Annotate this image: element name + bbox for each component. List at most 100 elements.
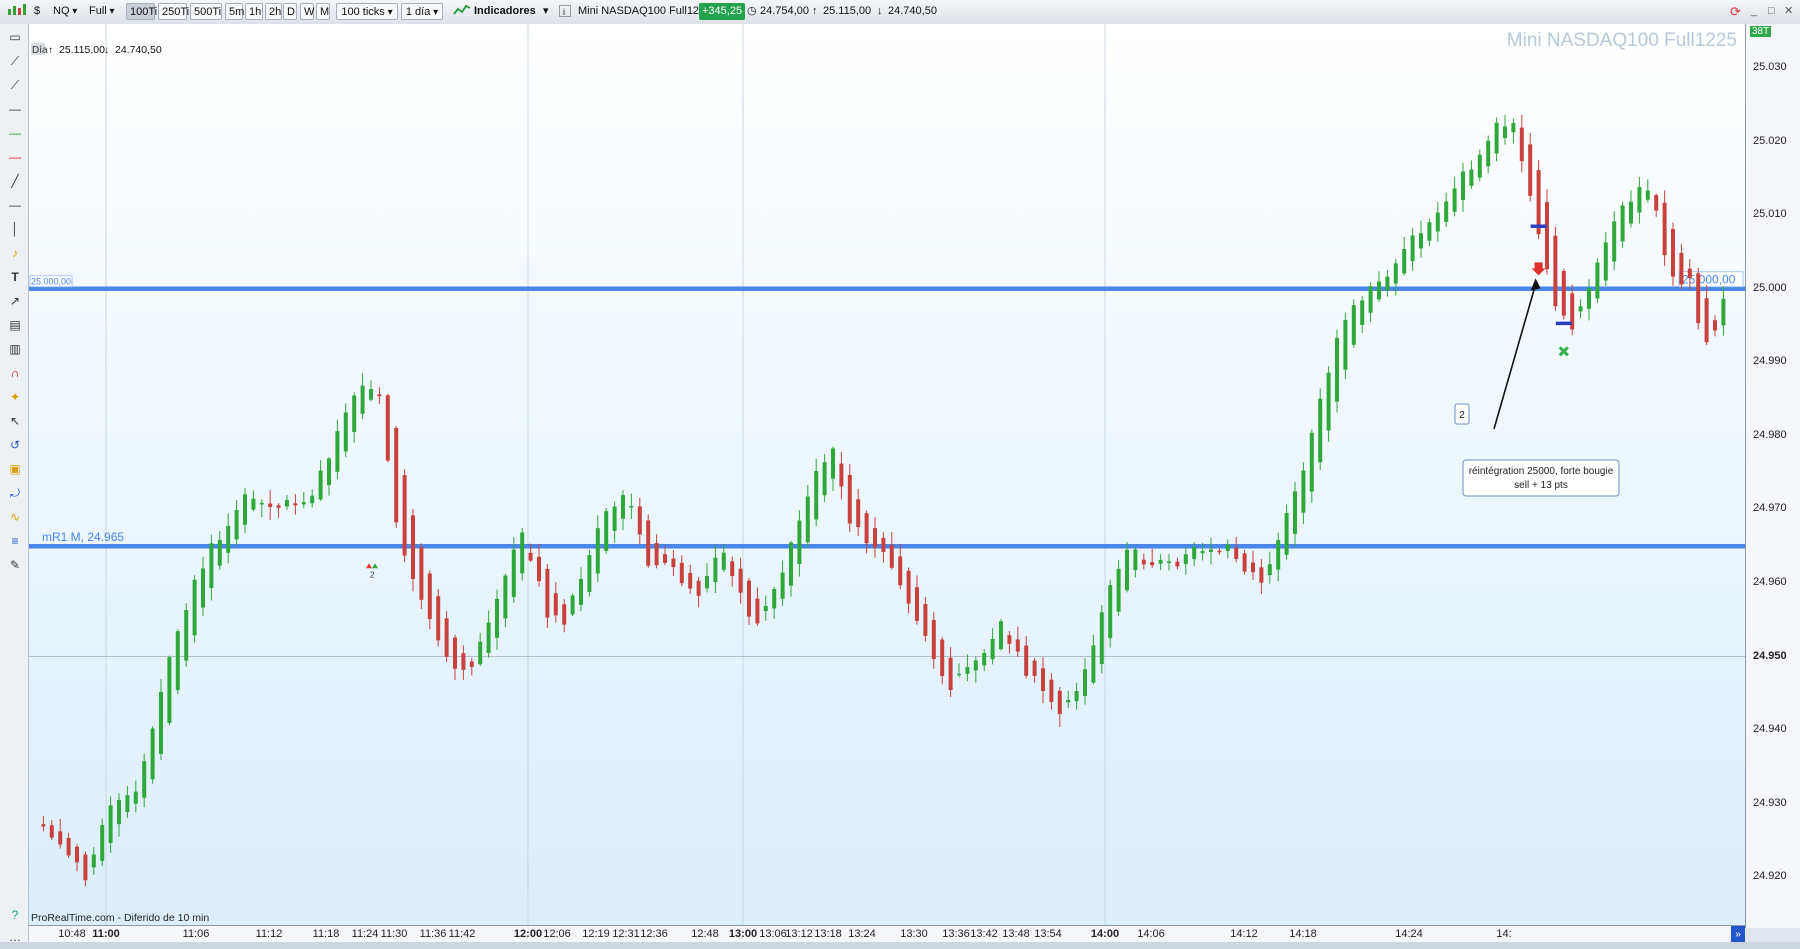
symbol-select[interactable]: NQ: [50, 3, 80, 20]
ticks-select[interactable]: 100 ticks: [336, 3, 398, 20]
price-tick-label: 24.940: [1753, 723, 1787, 736]
candle: [604, 508, 609, 554]
period-select[interactable]: 1 día: [401, 3, 443, 20]
vertical-line-icon[interactable]: │: [8, 222, 22, 236]
day-low: 24.740,50: [115, 44, 162, 56]
price-axis[interactable]: 38T 25.030 25.020 25.010 25.000 24.990 24.980…: [1745, 24, 1800, 928]
interval-button[interactable]: 250Ti: [158, 3, 189, 20]
candle: [1553, 227, 1558, 311]
time-tick-label: 11:06: [182, 928, 210, 940]
sell-line-icon[interactable]: —: [8, 150, 22, 164]
candle: [192, 575, 197, 643]
time-tick-label: 13:18: [814, 928, 842, 940]
time-tick-label: 13:24: [848, 928, 876, 940]
time-tick-label: 11:00: [92, 928, 120, 940]
candle: [999, 619, 1003, 651]
candle: [100, 818, 105, 866]
price-tick-label: 25.010: [1753, 208, 1787, 221]
chart-type-icon[interactable]: [4, 3, 30, 20]
candle: [419, 543, 424, 610]
segment-icon[interactable]: ⟋: [8, 54, 22, 68]
time-tick-label: 13:30: [900, 928, 928, 940]
candle: [150, 726, 155, 784]
indicators-button[interactable]: Indicadores: [471, 3, 539, 20]
instrument-watermark: Mini NASDAQ100 Full1225: [1507, 30, 1737, 51]
cursor-icon[interactable]: ↖: [8, 414, 22, 428]
candle: [570, 593, 575, 617]
candle: [1351, 299, 1356, 348]
pattern-icon[interactable]: ∿: [8, 510, 22, 524]
price-tick-label: 24.980: [1753, 428, 1787, 441]
ray-icon[interactable]: ⟋: [8, 78, 22, 92]
time-tick-label: 13:48: [1002, 928, 1030, 940]
time-tick-label: 12:19: [582, 928, 610, 940]
candle: [175, 629, 180, 694]
time-tick-label: 13:36: [942, 928, 970, 940]
candle: [444, 611, 449, 662]
interval-button[interactable]: D: [283, 3, 297, 20]
interval-button[interactable]: 100Ti: [126, 3, 157, 20]
candle: [184, 603, 189, 667]
pencil-icon[interactable]: ✎: [8, 558, 22, 572]
minimize-icon[interactable]: _: [1748, 3, 1760, 20]
instrument-name: Mini NASDAQ100 Full1225: [578, 5, 712, 17]
time-tick-label: 11:30: [380, 928, 408, 940]
scroll-end-icon[interactable]: »: [1731, 926, 1745, 943]
alert-bell-icon[interactable]: ♪: [8, 246, 22, 260]
svg-text:2: 2: [1459, 410, 1465, 421]
bottom-strip: [0, 942, 1800, 949]
text-tool-icon[interactable]: T: [8, 270, 22, 284]
time-tick-label: 12:31: [612, 928, 640, 940]
refresh-icon[interactable]: ⟳: [1727, 3, 1744, 20]
candle: [402, 469, 407, 563]
buy-line-icon[interactable]: —: [8, 126, 22, 140]
price-tick-label: 25.020: [1753, 134, 1787, 147]
alert-settings-icon[interactable]: ✦: [8, 390, 22, 404]
candle: [1595, 258, 1600, 304]
price-tick-label: 24.930: [1753, 796, 1787, 809]
lock-icon[interactable]: ▣: [8, 462, 22, 476]
undo-icon[interactable]: ↺: [8, 438, 22, 452]
time-tick-label: 14:: [1496, 928, 1512, 940]
interval-button[interactable]: 1h: [245, 3, 263, 20]
time-tick-label: 13:12: [785, 928, 813, 940]
interval-button[interactable]: 5m: [225, 3, 244, 20]
time-axis[interactable]: » 10:48 11:00 11:06 11:12 11:18 11:24 11:30 11:…: [29, 925, 1745, 943]
indicators-dropdown-icon[interactable]: ▾: [540, 3, 552, 20]
candle: [1335, 329, 1339, 413]
interval-button[interactable]: W: [300, 3, 314, 20]
time-tick-label: 11:24: [351, 928, 379, 940]
price-tick-label: 24.970: [1753, 502, 1787, 515]
fibonacci-icon[interactable]: ≡: [8, 534, 22, 548]
horizontal-line-icon[interactable]: —: [8, 102, 22, 116]
time-tick-label: 12:00: [513, 928, 543, 940]
price-chart[interactable]: Mini NASDAQ100 Full1225 25.000,00 25.000,…: [29, 24, 1745, 925]
arrow-tool-icon[interactable]: ↗: [8, 294, 22, 308]
level-line-icon[interactable]: —: [8, 198, 22, 212]
annotation-box: réintégration 25000, forte bougie sell + …: [1462, 459, 1620, 497]
down-arrow-icon: ↓: [877, 5, 883, 17]
last-price: 24.754,00: [760, 5, 809, 17]
time-tick-label: 14:06: [1137, 928, 1165, 940]
trendline-icon[interactable]: ╱: [8, 174, 22, 188]
info-icon[interactable]: i: [559, 5, 571, 17]
indicators-icon[interactable]: [450, 3, 471, 20]
time-tick-label: 11:18: [312, 928, 340, 940]
maximize-icon[interactable]: □: [1765, 3, 1778, 20]
dollar-icon[interactable]: $: [31, 3, 45, 20]
note-icon[interactable]: ▤: [8, 318, 22, 332]
price-tick-label: 24.920: [1753, 870, 1787, 883]
interval-button[interactable]: M: [316, 3, 330, 20]
mode-select[interactable]: Full: [86, 3, 118, 20]
close-icon[interactable]: ✕: [1781, 3, 1796, 20]
rotate-icon[interactable]: ⤾: [8, 486, 22, 500]
annotation-line2: sell + 13 pts: [1514, 480, 1568, 491]
interval-button[interactable]: 2h: [265, 3, 282, 20]
candle: [436, 589, 441, 647]
magnet-icon[interactable]: ∩: [8, 366, 22, 380]
help-icon[interactable]: ?: [8, 908, 22, 922]
trash-icon[interactable]: ▥: [8, 342, 22, 356]
time-tick-label: 11:42: [448, 928, 476, 940]
ruler-icon[interactable]: ▭: [8, 30, 22, 44]
interval-button[interactable]: 500Ti: [190, 3, 222, 20]
